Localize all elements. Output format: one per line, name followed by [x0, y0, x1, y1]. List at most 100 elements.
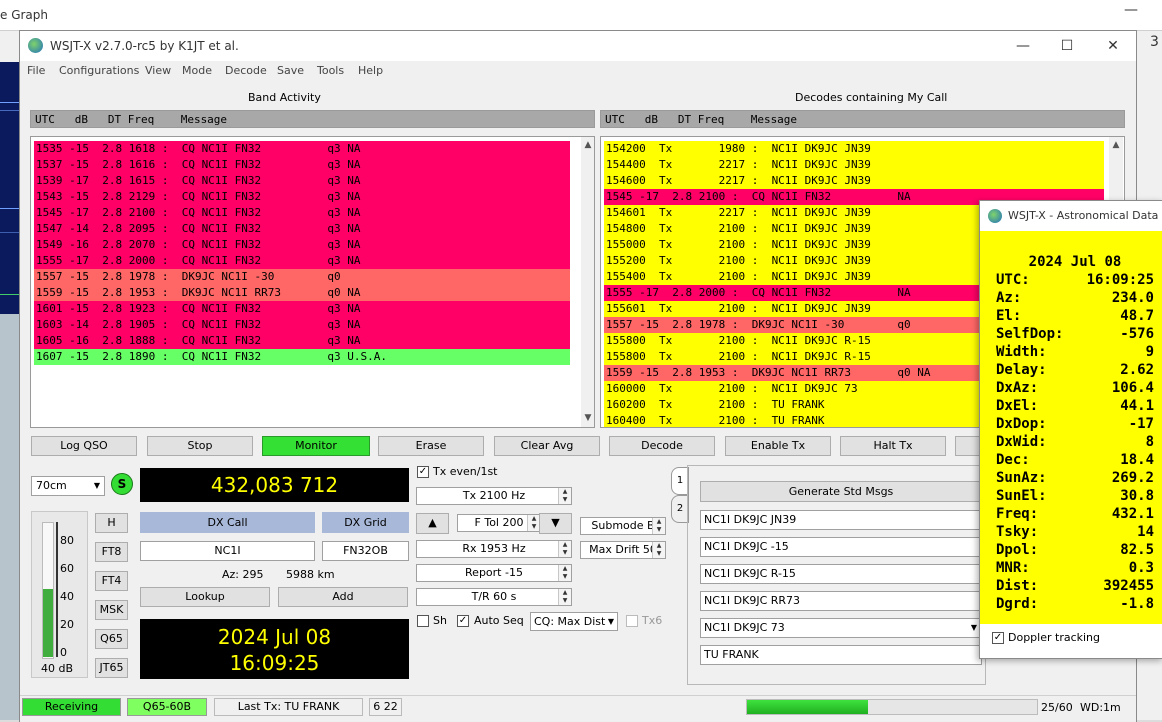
- menu-save[interactable]: Save: [277, 64, 304, 77]
- background-minimize-button[interactable]: —: [1124, 2, 1138, 18]
- max-drift-spinbox[interactable]: Max Drift 50 ▲ ▼: [580, 541, 666, 559]
- down-arrow-button[interactable]: ▼: [539, 513, 572, 534]
- spin-arrows-icon[interactable]: ▲ ▼: [558, 589, 571, 605]
- astro-value: 106.4: [1111, 380, 1154, 396]
- watchdog-status: WD:1m: [1080, 701, 1121, 714]
- table-row[interactable]: 154400 Tx 2217 : NC1I DK9JC JN39: [604, 157, 1104, 173]
- tx-frequency-spinbox[interactable]: Tx 2100 Hz ▲ ▼: [416, 487, 572, 505]
- table-row[interactable]: 1607 -15 2.8 1890 : CQ NC1I FN32 q3 U.S.…: [34, 349, 570, 365]
- menu-file[interactable]: File: [27, 64, 45, 77]
- astro-value: 0.3: [1128, 560, 1154, 576]
- spin-arrows-icon[interactable]: ▲ ▼: [558, 541, 571, 557]
- table-row[interactable]: 154200 Tx 1980 : NC1I DK9JC JN39: [604, 141, 1104, 157]
- tx2-message-field[interactable]: NC1I DK9JC -15: [700, 537, 982, 557]
- table-row[interactable]: 1605 -16 2.8 1888 : CQ NC1I FN32 q3 NA: [34, 333, 570, 349]
- band-value: 70cm: [36, 479, 67, 492]
- ftol-spinbox[interactable]: F Tol 200 ▲ ▼: [457, 514, 541, 532]
- band-select[interactable]: 70cm ▼: [31, 476, 105, 496]
- spin-arrows-icon[interactable]: ▲ ▼: [652, 542, 665, 558]
- astro-data-row: MNR: 0.3: [996, 559, 1154, 577]
- dx-grid-input[interactable]: FN32OB: [322, 541, 409, 561]
- decode-button[interactable]: Decode: [609, 436, 715, 456]
- report-spinbox[interactable]: Report -15 ▲ ▼: [416, 564, 572, 582]
- log-qso-button[interactable]: Log QSO: [31, 436, 137, 456]
- tx-frequency-value: Tx 2100 Hz: [462, 489, 526, 502]
- menu-tools[interactable]: Tools: [317, 64, 344, 77]
- rx-frequency-value: Rx 1953 Hz: [462, 542, 526, 555]
- add-button[interactable]: Add: [278, 587, 408, 607]
- astro-window-title: WSJT-X - Astronomical Data: [1008, 209, 1159, 222]
- tx-even-checkbox[interactable]: ✓: [417, 466, 429, 478]
- astro-key: SelfDop:: [996, 326, 1064, 342]
- band-activity-list[interactable]: 1535 -15 2.8 1618 : CQ NC1I FN32 q3 NA 15…: [30, 136, 595, 428]
- table-row[interactable]: 1537 -15 2.8 1616 : CQ NC1I FN32 q3 NA: [34, 157, 570, 173]
- astro-value: 14: [1137, 524, 1154, 540]
- dx-grid-label: DX Grid: [322, 512, 409, 533]
- erase-button[interactable]: Erase: [378, 436, 484, 456]
- clock-time: 16:09:25: [229, 651, 320, 675]
- close-button[interactable]: ✕: [1093, 34, 1133, 58]
- rx-frequency-spinbox[interactable]: Rx 1953 Hz ▲ ▼: [416, 540, 572, 558]
- minimize-button[interactable]: —: [1003, 34, 1043, 58]
- tx1-message-field[interactable]: NC1I DK9JC JN39: [700, 510, 982, 530]
- menu-decode[interactable]: Decode: [225, 64, 267, 77]
- tx6-checkbox[interactable]: [626, 615, 638, 627]
- dx-call-input[interactable]: NC1I: [140, 541, 315, 561]
- menu-view[interactable]: View: [145, 64, 171, 77]
- scroll-up-icon[interactable]: ▲: [581, 140, 594, 150]
- spin-arrows-icon[interactable]: ▲ ▼: [558, 488, 571, 504]
- spin-arrows-icon[interactable]: ▲ ▼: [558, 565, 571, 581]
- maximize-button[interactable]: ☐: [1047, 34, 1087, 58]
- spin-arrows-icon[interactable]: ▲ ▼: [652, 518, 665, 534]
- mode-ft8-button[interactable]: FT8: [95, 542, 128, 562]
- tx6-message-field[interactable]: TU FRANK: [700, 645, 982, 665]
- enable-tx-button[interactable]: Enable Tx: [725, 436, 831, 456]
- table-row[interactable]: 154600 Tx 2217 : NC1I DK9JC JN39: [604, 173, 1104, 189]
- clear-avg-button[interactable]: Clear Avg: [494, 436, 600, 456]
- tx4-message-field[interactable]: NC1I DK9JC RR73: [700, 591, 982, 611]
- background-window-title: e Graph: [0, 8, 49, 22]
- doppler-tracking-checkbox[interactable]: ✓: [992, 632, 1004, 644]
- table-row[interactable]: 1603 -14 2.8 1905 : CQ NC1I FN32 q3 NA: [34, 317, 570, 333]
- sh-checkbox[interactable]: [417, 615, 429, 627]
- mode-jt65-button[interactable]: JT65: [95, 658, 128, 678]
- tx5-message-select[interactable]: NC1I DK9JC 73 ▼: [700, 618, 982, 638]
- mode-ft4-button[interactable]: FT4: [95, 571, 128, 591]
- generate-std-msgs-button[interactable]: Generate Std Msgs: [700, 481, 982, 502]
- submode-spinbox[interactable]: Submode B ▲ ▼: [580, 517, 666, 535]
- menu-configurations[interactable]: Configurations: [59, 64, 139, 77]
- table-row[interactable]: 1601 -15 2.8 1923 : CQ NC1I FN32 q3 NA: [34, 301, 570, 317]
- table-row[interactable]: 1557 -15 2.8 1978 : DK9JC NC1I -30 q0: [34, 269, 570, 285]
- menu-mode[interactable]: Mode: [182, 64, 212, 77]
- up-arrow-button[interactable]: ▲: [416, 513, 449, 534]
- mode-h-button[interactable]: H: [95, 513, 128, 533]
- mode-msk-button[interactable]: MSK: [95, 600, 128, 620]
- scroll-down-icon[interactable]: ▼: [581, 413, 594, 423]
- halt-tx-button[interactable]: Halt Tx: [840, 436, 946, 456]
- astro-data-panel: 2024 Jul 08 UTC: 16:09:25 Az: 234.0 El: 48.7 S…: [980, 231, 1162, 624]
- stop-button[interactable]: Stop: [147, 436, 253, 456]
- table-row[interactable]: 1555 -17 2.8 2000 : CQ NC1I FN32 q3 NA: [34, 253, 570, 269]
- mode-q65-button[interactable]: Q65: [95, 629, 128, 649]
- band-activity-scrollbar[interactable]: ▲ ▼: [581, 137, 594, 427]
- table-row[interactable]: 1559 -15 2.8 1953 : DK9JC NC1I RR73 q0 N…: [34, 285, 570, 301]
- astro-data-row: Dist: 392455: [996, 577, 1154, 595]
- monitor-button[interactable]: Monitor: [262, 436, 370, 456]
- table-row[interactable]: 1539 -17 2.8 1615 : CQ NC1I FN32 q3 NA: [34, 173, 570, 189]
- table-row[interactable]: 1543 -15 2.8 2129 : CQ NC1I FN32 q3 NA: [34, 189, 570, 205]
- table-row[interactable]: 1545 -17 2.8 2100 : CQ NC1I FN32 q3 NA: [34, 205, 570, 221]
- dx-distance: 5988 km: [286, 568, 335, 581]
- lookup-button[interactable]: Lookup: [140, 587, 270, 607]
- scroll-up-icon[interactable]: ▲: [1109, 140, 1123, 150]
- menu-help[interactable]: Help: [358, 64, 383, 77]
- astro-key: Width:: [996, 344, 1047, 360]
- tr-period-spinbox[interactable]: T/R 60 s ▲ ▼: [416, 588, 572, 606]
- table-row[interactable]: 1549 -16 2.8 2070 : CQ NC1I FN32 q3 NA: [34, 237, 570, 253]
- table-row[interactable]: 1547 -14 2.8 2095 : CQ NC1I FN32 q3 NA: [34, 221, 570, 237]
- auto-seq-checkbox[interactable]: ✓: [457, 615, 469, 627]
- tx3-message-field[interactable]: NC1I DK9JC R-15: [700, 564, 982, 584]
- table-row[interactable]: 1535 -15 2.8 1618 : CQ NC1I FN32 q3 NA: [34, 141, 570, 157]
- counts-status: 6 22: [369, 698, 402, 716]
- meter-fill: [43, 589, 53, 657]
- cq-mode-select[interactable]: CQ: Max Dist ▼: [530, 612, 618, 631]
